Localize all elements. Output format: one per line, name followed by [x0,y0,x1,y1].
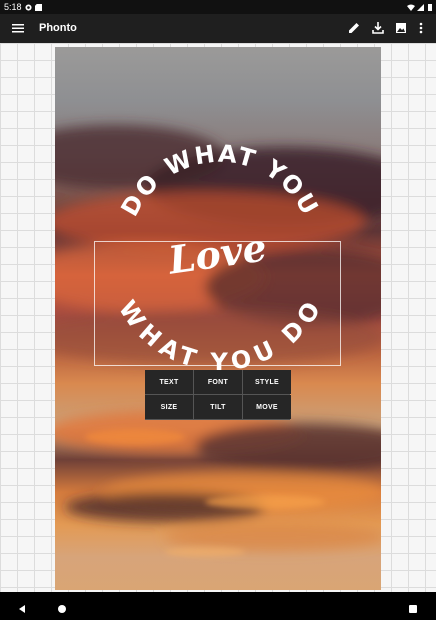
status-time: 5:18 [4,2,22,12]
pencil-icon[interactable] [346,20,362,36]
battery-icon [428,3,432,11]
back-icon[interactable] [17,601,27,613]
status-bar: 5:18 [0,0,436,14]
style-button[interactable]: STYLE [243,370,291,394]
text-toolbar: TEXT FONT STYLE SIZE TILT MOVE [145,370,291,420]
tilt-button[interactable]: TILT [194,395,242,419]
move-button[interactable]: MOVE [243,395,291,419]
sd-card-icon [35,3,42,11]
signal-icon [417,3,424,11]
home-icon[interactable] [57,601,67,613]
menu-icon[interactable] [10,20,26,36]
font-button[interactable]: FONT [194,370,242,394]
size-button[interactable]: SIZE [145,395,193,419]
text-button[interactable]: TEXT [145,370,193,394]
app-bar: Phonto [0,14,436,43]
hotspot-icon [25,3,32,11]
navigation-bar [0,592,436,620]
text-selection-box[interactable] [94,241,341,366]
image-icon[interactable] [393,20,409,36]
wifi-icon [407,3,415,11]
download-icon[interactable] [370,20,386,36]
recents-icon[interactable] [408,601,418,613]
more-vert-icon[interactable] [413,20,429,36]
app-title: Phonto [39,22,77,34]
